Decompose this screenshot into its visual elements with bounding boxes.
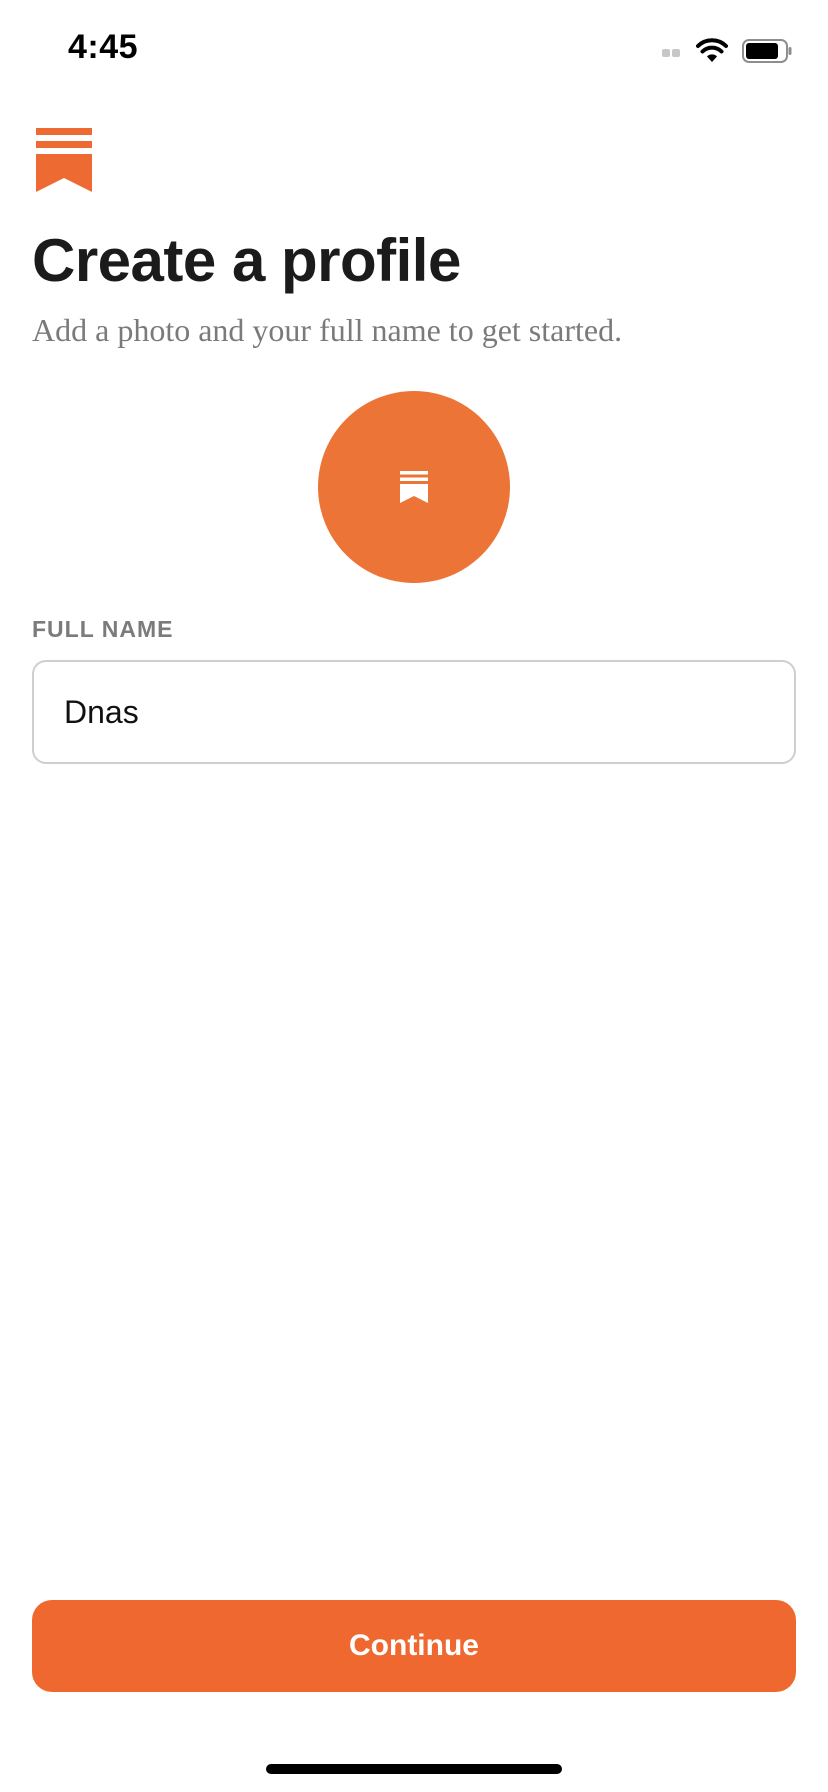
full-name-input[interactable]	[32, 660, 796, 764]
battery-icon	[742, 39, 792, 63]
page-subtitle: Add a photo and your full name to get st…	[32, 312, 623, 348]
bookmark-stack-logo-icon	[400, 471, 428, 503]
continue-button[interactable]: Continue	[32, 1600, 796, 1692]
full-name-label: FULL NAME	[32, 616, 174, 642]
cellular-signal-icon	[662, 45, 682, 57]
status-icons	[662, 36, 792, 66]
home-indicator	[266, 1764, 562, 1774]
wifi-icon	[696, 38, 728, 62]
page-title: Create a profile	[32, 227, 461, 294]
status-time: 4:45	[68, 28, 139, 66]
bookmark-stack-logo-icon	[36, 128, 92, 192]
add-photo-button[interactable]	[318, 391, 510, 583]
status-bar: 4:45	[0, 0, 828, 100]
